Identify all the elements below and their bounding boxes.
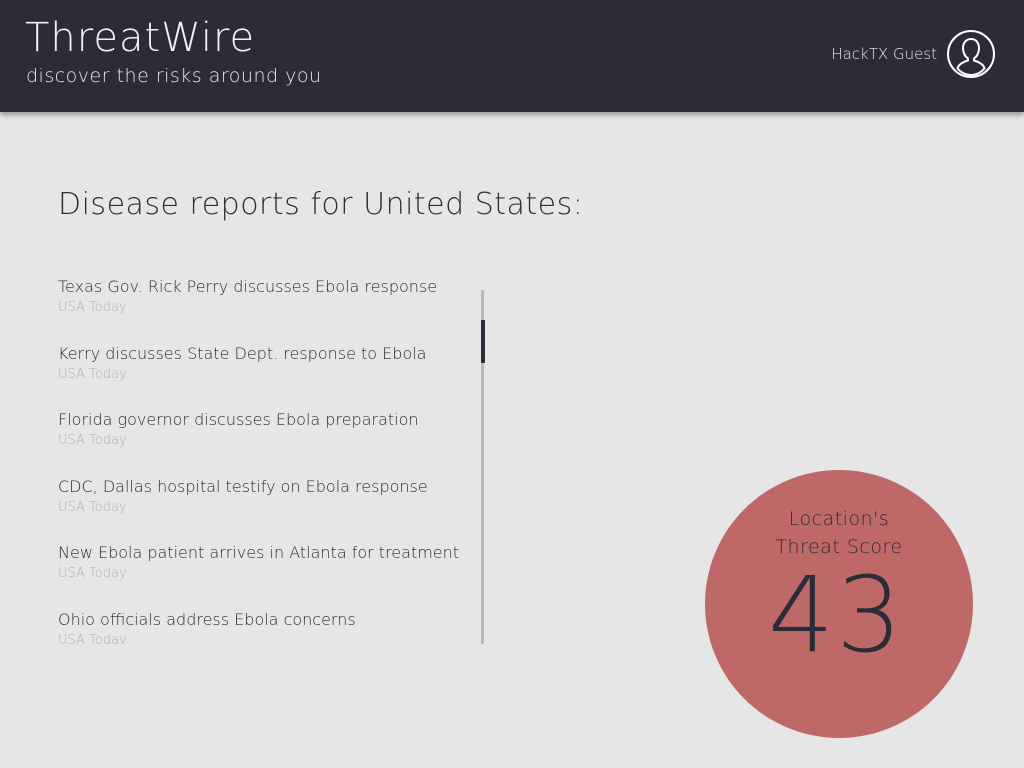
report-title[interactable]: Kerry discusses State Dept. response to …	[58, 343, 478, 365]
report-title[interactable]: New Ebola patient arrives in Atlanta for…	[58, 542, 478, 564]
report-item[interactable]: Ohio officials address Ebola concerns US…	[58, 609, 478, 645]
threat-score-label-line1: Location's	[788, 508, 890, 530]
report-title[interactable]: Texas Gov. Rick Perry discusses Ebola re…	[58, 276, 478, 298]
report-source: USA Today	[58, 366, 127, 382]
app-header: ThreatWire discover the risks around you…	[0, 0, 1024, 112]
report-item[interactable]: CDC, Dallas hospital testify on Ebola re…	[58, 476, 478, 543]
user-menu[interactable]: HackTX Guest	[831, 28, 996, 80]
user-avatar-icon[interactable]	[946, 29, 996, 79]
report-source: USA Today	[58, 499, 127, 515]
report-source: USA Today	[58, 566, 127, 581]
threat-score-badge: Location's Threat Score 43	[705, 470, 973, 738]
report-list-scroll-thumb[interactable]	[481, 320, 485, 363]
report-source: USA Today	[58, 433, 127, 448]
report-source: USA Today	[58, 300, 127, 315]
report-item[interactable]: Kerry discusses State Dept. response to …	[58, 343, 478, 410]
threat-score-value: 43	[767, 554, 905, 676]
report-title[interactable]: Ohio officials address Ebola concerns	[58, 609, 478, 631]
app-tagline: discover the risks around you	[26, 65, 322, 87]
user-name[interactable]: HackTX Guest	[831, 45, 937, 63]
report-item[interactable]: Texas Gov. Rick Perry discusses Ebola re…	[58, 276, 478, 343]
app-title[interactable]: ThreatWire	[25, 14, 255, 62]
report-title[interactable]: Florida governor discusses Ebola prepara…	[58, 409, 478, 431]
report-title[interactable]: CDC, Dallas hospital testify on Ebola re…	[58, 476, 478, 498]
report-item[interactable]: New Ebola patient arrives in Atlanta for…	[58, 542, 478, 609]
report-source: USA Today	[58, 632, 127, 645]
report-item[interactable]: Florida governor discusses Ebola prepara…	[58, 409, 478, 476]
section-heading: Disease reports for United States:	[58, 187, 584, 222]
report-list[interactable]: Texas Gov. Rick Perry discusses Ebola re…	[58, 276, 478, 644]
